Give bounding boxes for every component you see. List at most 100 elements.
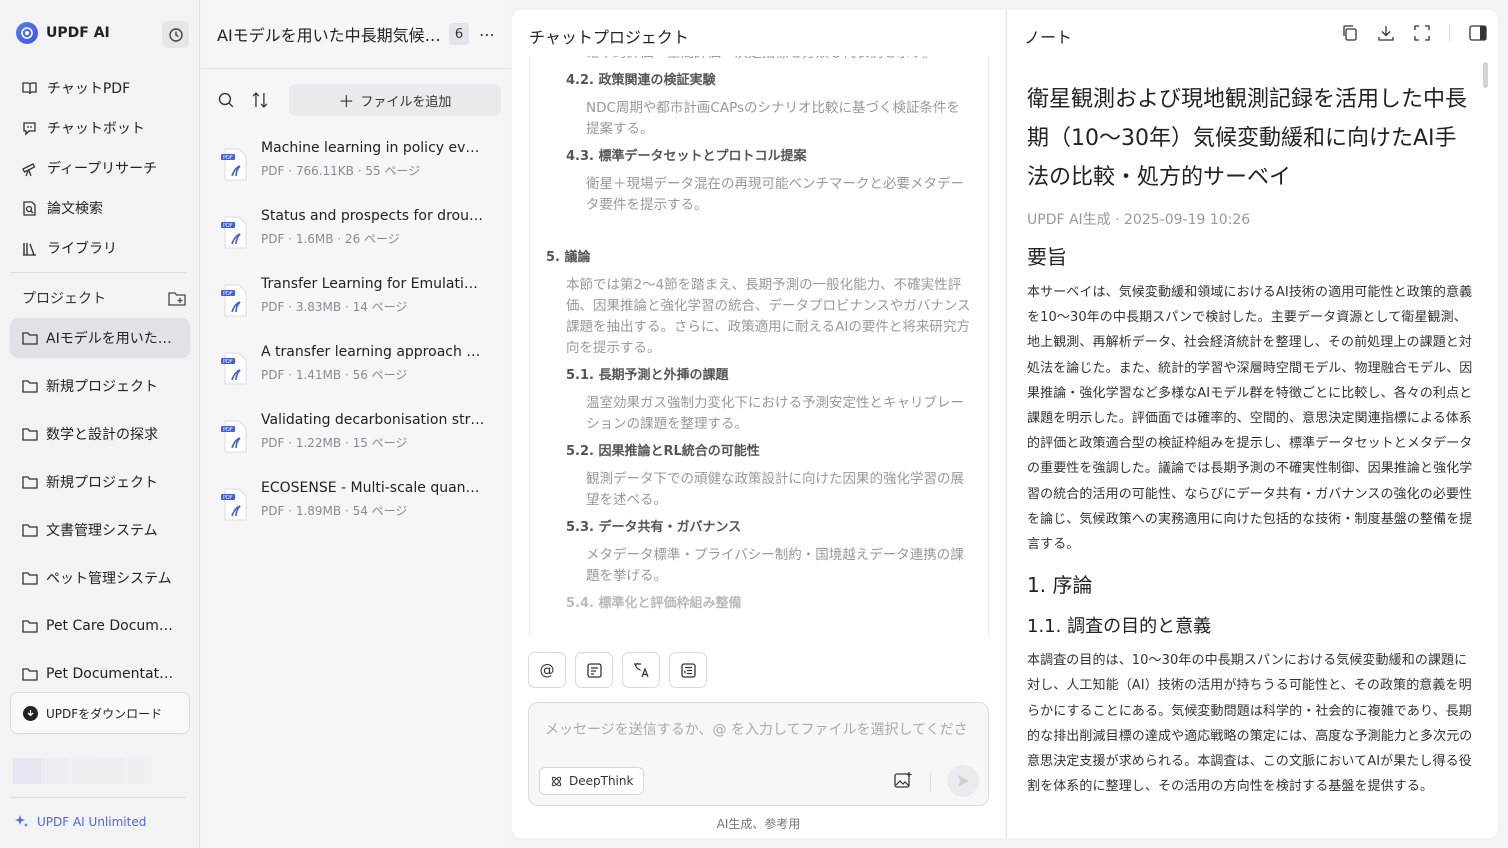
outline-description: NDC周期や都市計画CAPsのシナリオ比較に基づく検証条件を提案する。 [586, 100, 961, 137]
project-files-panel: AIモデルを用いた中長期気候… 6 ⋯ ＋ ファイルを追加 PDF Machin… [201, 0, 511, 848]
file-meta: PDF · 1.89MB · 54 ページ [261, 504, 408, 518]
file-item[interactable]: PDF Status and prospects for droug... PDF… [221, 204, 501, 272]
file-title: Machine learning in policy eval... [261, 140, 485, 156]
pdf-file-icon: PDF [221, 488, 249, 522]
sort-icon[interactable] [251, 91, 269, 109]
project-item[interactable]: 新規プロジェクト [10, 366, 190, 406]
pdf-file-icon: PDF [221, 420, 249, 454]
note-actions [1341, 24, 1488, 42]
atom-icon [551, 776, 562, 786]
add-file-label: ファイルを追加 [360, 94, 452, 110]
file-meta: PDF · 3.83MB · 14 ページ [261, 300, 408, 314]
send-button[interactable] [947, 765, 979, 797]
note-scrollbar[interactable] [1483, 62, 1488, 88]
file-title: A transfer learning approach fo... [261, 344, 485, 360]
file-title: Transfer Learning for Emulating... [261, 276, 485, 292]
download-icon[interactable] [1377, 24, 1395, 42]
outline-button[interactable] [669, 652, 707, 688]
send-icon [958, 775, 969, 787]
image-icon [894, 772, 912, 788]
outline-description: 衛星＋現場データ混在の再現可能ベンチマークと必要メタデータ要件を提示する。 [586, 176, 964, 213]
file-toolbar: ＋ ファイルを追加 [217, 84, 501, 116]
outline-subsection: 5.4. 標準化と評価枠組み整備 [566, 596, 742, 611]
nav-library[interactable]: ライブラリ [10, 228, 190, 268]
project-item[interactable]: 新規プロジェクト [10, 462, 190, 502]
message-input[interactable]: メッセージを送信するか、@ を入力してファイルを選択してくださ [545, 719, 975, 739]
brand-name: UPDF AI [46, 25, 110, 41]
header-divider [201, 68, 511, 69]
svg-text:PDF: PDF [223, 223, 233, 229]
file-item[interactable]: PDF Validating decarbonisation stra... PD… [221, 408, 501, 476]
download-updf-label: UPDFをダウンロード [46, 706, 163, 721]
search-icon[interactable] [217, 91, 235, 109]
copy-icon[interactable] [1341, 24, 1359, 42]
fullscreen-icon[interactable] [1413, 24, 1431, 42]
translate-button[interactable] [622, 652, 660, 688]
blurred-account-area [13, 758, 151, 784]
outline-content: 確率的評価・空間評価・決定指標を分類し代表例を示す。 4.2. 政策関連の検証実… [530, 56, 988, 615]
pdf-file-icon: PDF [221, 216, 249, 250]
file-item[interactable]: PDF Transfer Learning for Emulating... PD… [221, 272, 501, 340]
project-item[interactable]: 数学と設計の探求 [10, 414, 190, 454]
folder-icon [22, 572, 38, 585]
project-item[interactable]: AIモデルを用いた… [10, 318, 190, 358]
project-item[interactable]: ペット管理システム [10, 558, 190, 598]
nav-chatbot[interactable]: チャットボット [10, 108, 190, 148]
nav-deep-research[interactable]: ディープリサーチ [10, 148, 190, 188]
project-item-label: AIモデルを用いた… [46, 331, 172, 347]
file-item[interactable]: PDF A transfer learning approach fo... PD… [221, 340, 501, 408]
outline-subsection: 4.3. 標準データセットとプロトコル提案 [566, 149, 807, 164]
outline-subsection: 5.1. 長期予測と外挿の課題 [566, 368, 729, 383]
project-list: AIモデルを用いた… 新規プロジェクト 数学と設計の探求 新規プロジェクト 文書… [10, 318, 190, 702]
project-item-label: Pet Care Docume… [46, 618, 174, 634]
panel-toggle-icon[interactable] [1468, 24, 1488, 42]
file-title: Status and prospects for droug... [261, 208, 485, 224]
sidebar-divider [10, 797, 186, 798]
file-meta: PDF · 766.11KB · 55 ページ [261, 164, 421, 178]
project-item-label: 数学と設計の探求 [46, 427, 158, 443]
outline-description: 観測データ下での頑健な政策設計に向けた因果的強化学習の展望を述べる。 [586, 471, 964, 508]
actions-separator [1449, 24, 1450, 42]
message-input-box[interactable]: メッセージを送信するか、@ を入力してファイルを選択してくださ DeepThin… [528, 702, 989, 806]
mention-button[interactable]: @ [528, 652, 566, 688]
file-meta: PDF · 1.41MB · 56 ページ [261, 368, 408, 382]
project-item[interactable]: Pet Care Docume… [10, 606, 190, 646]
project-item-label: 新規プロジェクト [46, 475, 158, 491]
pdf-file-icon: PDF [221, 284, 249, 318]
project-item-label: 新規プロジェクト [46, 379, 158, 395]
file-item[interactable]: PDF Machine learning in policy eval... PD… [221, 136, 501, 204]
project-item[interactable]: 文書管理システム [10, 510, 190, 550]
unlimited-link[interactable]: UPDF AI Unlimited [14, 814, 146, 829]
file-item[interactable]: PDF ECOSENSE - Multi-scale quantif... PDF… [221, 476, 501, 544]
note-title: 衛星観測および現地観測記録を活用した中長期（10～30年）気候変動緩和に向けたA… [1027, 87, 1468, 190]
download-updf-button[interactable]: UPDFをダウンロード [10, 692, 190, 734]
image-upload-button[interactable] [893, 771, 913, 793]
sidebar-divider [10, 272, 186, 273]
input-separator [930, 773, 931, 791]
nav-paper-search[interactable]: 論文検索 [10, 188, 190, 228]
updf-logo-icon [16, 22, 38, 44]
note-meta: UPDF AI生成 · 2025-09-19 10:26 [1027, 212, 1251, 228]
file-count-badge: 6 [449, 23, 469, 45]
projects-header: プロジェクト [22, 288, 186, 308]
new-folder-icon[interactable] [168, 290, 186, 306]
translate-icon [634, 663, 649, 678]
ai-disclaimer: AI生成、参考用 [716, 817, 801, 831]
project-item-label: ペット管理システム [46, 571, 172, 587]
brand[interactable]: UPDF AI [16, 22, 110, 44]
nav-chat-pdf[interactable]: チャットPDF [10, 68, 190, 108]
add-file-button[interactable]: ＋ ファイルを追加 [288, 84, 501, 116]
summary-icon [586, 662, 602, 678]
history-button[interactable] [162, 21, 189, 48]
sparkle-icon [15, 815, 28, 827]
more-options-icon[interactable]: ⋯ [479, 25, 496, 44]
project-item[interactable]: Pet Documentati… [10, 654, 190, 694]
summary-button[interactable] [575, 652, 613, 688]
deepthink-toggle[interactable]: DeepThink [539, 767, 645, 795]
plus-icon: ＋ [338, 92, 355, 111]
note-paragraph: 本サーベイは、気候変動緩和領域におけるAI技術の適用可能性と政策的意義を10～3… [1027, 285, 1473, 553]
outline-description: メタデータ標準・プライバシー制約・国境越えデータ連携の課題を挙げる。 [586, 547, 964, 584]
outline-subsection: 5.2. 因果推論とRL統合の可能性 [566, 444, 760, 459]
doc-search-icon [23, 200, 36, 216]
chat-message-area[interactable]: 確率的評価・空間評価・決定指標を分類し代表例を示す。 4.2. 政策関連の検証実… [529, 56, 989, 636]
